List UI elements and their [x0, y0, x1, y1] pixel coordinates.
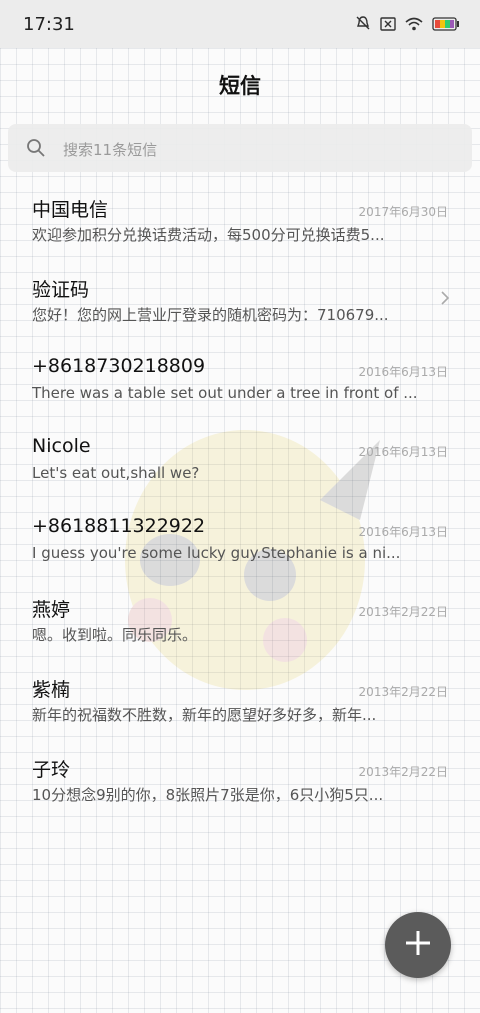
search-placeholder: 搜索11条短信	[63, 141, 158, 159]
message-sender: 验证码	[32, 279, 90, 301]
message-sender: 燕婷	[32, 599, 71, 621]
status-icons	[355, 15, 460, 35]
battery-icon	[432, 16, 460, 35]
new-message-button[interactable]	[385, 912, 451, 978]
wifi-icon	[405, 16, 423, 35]
message-preview: 10分想念9别的你，8张照片7张是你，6只小狗5只...	[32, 786, 384, 804]
plus-icon	[404, 929, 432, 961]
message-item[interactable]: +8618811322922 2016年6月13日 I guess you're…	[0, 500, 480, 580]
message-preview: 欢迎参加积分兑换话费活动，每500分可兑换话费5...	[32, 226, 385, 244]
mute-bell-icon	[355, 15, 371, 35]
message-item[interactable]: Nicole 2016年6月13日 Let's eat out,shall we…	[0, 420, 480, 500]
message-date: 2016年6月13日	[358, 525, 448, 539]
message-sender: 子玲	[32, 759, 71, 781]
message-preview: 新年的祝福数不胜数，新年的愿望好多好多，新年...	[32, 706, 377, 724]
search-input[interactable]: 搜索11条短信	[8, 124, 472, 172]
status-time: 17:31	[23, 14, 75, 35]
message-item[interactable]: 紫楠 2013年2月22日 新年的祝福数不胜数，新年的愿望好多好多，新年...	[0, 660, 480, 740]
message-date: 2016年6月13日	[358, 365, 448, 379]
message-preview: 您好！您的网上营业厅登录的随机密码为：710679...	[32, 306, 389, 324]
message-list: 中国电信 2017年6月30日 欢迎参加积分兑换话费活动，每500分可兑换话费5…	[0, 180, 480, 820]
message-sender: 中国电信	[32, 199, 109, 221]
message-item[interactable]: +8618730218809 2016年6月13日 There was a ta…	[0, 340, 480, 420]
message-preview: Let's eat out,shall we?	[32, 464, 200, 482]
chevron-right-icon	[440, 290, 450, 310]
message-date: 2013年2月22日	[358, 685, 448, 699]
message-date: 2017年6月30日	[358, 205, 448, 219]
message-item[interactable]: 燕婷 2013年2月22日 嗯。收到啦。同乐同乐。	[0, 580, 480, 660]
no-sim-icon	[380, 16, 396, 35]
message-sender: Nicole	[32, 435, 91, 457]
message-date: 2013年2月22日	[358, 605, 448, 619]
message-preview: There was a table set out under a tree i…	[32, 384, 418, 402]
message-sender: 紫楠	[32, 679, 71, 701]
message-date: 2016年6月13日	[358, 445, 448, 459]
status-bar: 17:31	[0, 0, 480, 48]
message-item[interactable]: 验证码 您好！您的网上营业厅登录的随机密码为：710679...	[0, 260, 480, 340]
page-title: 短信	[219, 74, 261, 98]
message-date: 2013年2月22日	[358, 765, 448, 779]
message-preview: I guess you're some lucky guy.Stephanie …	[32, 544, 401, 562]
search-icon	[26, 138, 46, 162]
message-sender: +8618811322922	[32, 515, 206, 537]
message-item[interactable]: 子玲 2013年2月22日 10分想念9别的你，8张照片7张是你，6只小狗5只.…	[0, 740, 480, 820]
message-item[interactable]: 中国电信 2017年6月30日 欢迎参加积分兑换话费活动，每500分可兑换话费5…	[0, 180, 480, 260]
message-preview: 嗯。收到啦。同乐同乐。	[32, 626, 198, 644]
message-sender: +8618730218809	[32, 355, 206, 377]
